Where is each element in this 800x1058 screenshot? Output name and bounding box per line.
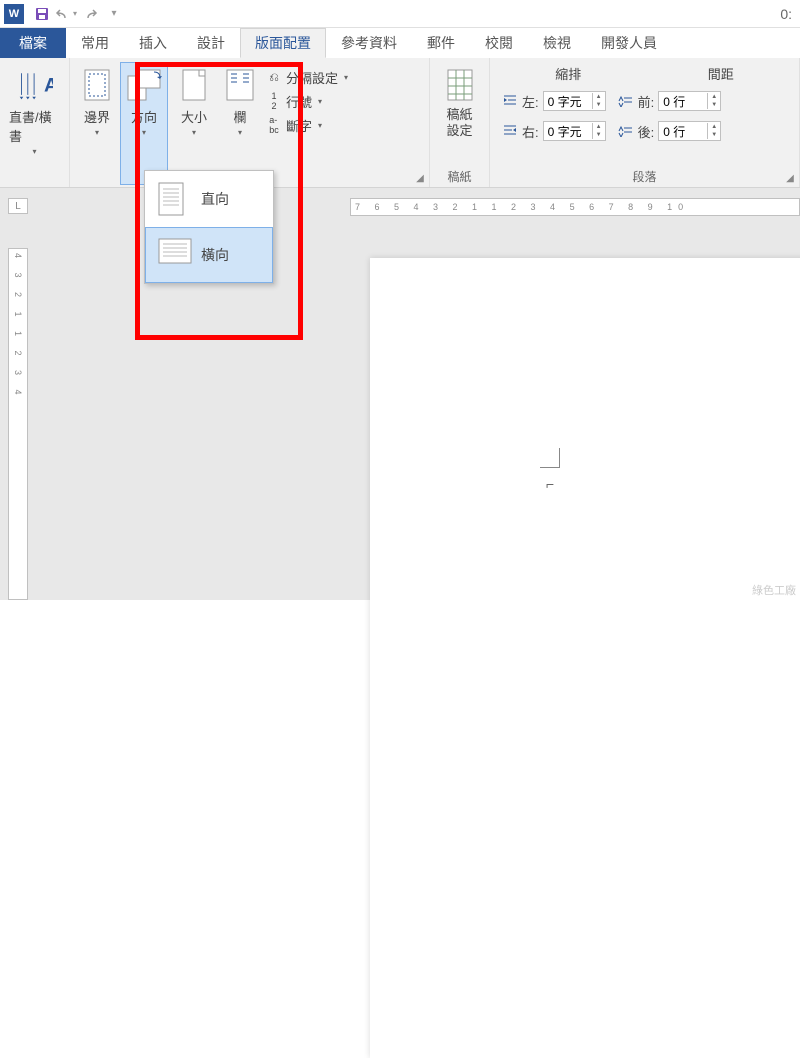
line-numbers-icon: 12	[266, 93, 282, 109]
redo-icon	[82, 6, 98, 22]
tab-insert[interactable]: 插入	[124, 28, 182, 58]
orientation-landscape[interactable]: 橫向	[145, 227, 273, 283]
horizontal-ruler[interactable]: 7 6 5 4 3 2 1 1 2 3 4 5 6 7 8 9 10	[350, 198, 800, 216]
group-label-manuscript: 稿紙	[436, 166, 483, 185]
spacing-before-icon	[618, 93, 634, 109]
spacing-after-icon	[618, 123, 634, 139]
qat-customize[interactable]: ▾	[102, 2, 126, 26]
breaks-button[interactable]: ⎌ 分隔設定 ▾	[262, 66, 352, 88]
group-page-setup: 邊界 ▾ 方向 ▾ 大小 ▾ 欄	[70, 58, 430, 187]
group-label-paragraph: 段落	[496, 166, 793, 185]
document-workspace: L 7 6 5 4 3 2 1 1 2 3 4 5 6 7 8 9 10 4 3…	[0, 188, 800, 600]
tab-review[interactable]: 校閱	[470, 28, 528, 58]
save-button[interactable]	[30, 2, 54, 26]
undo-button[interactable]: ▾	[54, 2, 78, 26]
tab-mailings[interactable]: 郵件	[412, 28, 470, 58]
document-page[interactable]: ⌐	[370, 258, 800, 1058]
ribbon-tabs: 檔案 常用 插入 設計 版面配置 參考資料 郵件 校閱 檢視 開發人員	[0, 28, 800, 58]
save-icon	[34, 6, 50, 22]
spacing-header: 間距	[655, 64, 788, 83]
spacing-after-input[interactable]: ▲▼	[658, 121, 721, 141]
group-paragraph: 縮排 間距 左: ▲▼ 右: ▲▼ 前: ▲▼	[490, 58, 800, 187]
tab-file[interactable]: 檔案	[0, 28, 66, 58]
dropdown-caret-icon: ▾	[32, 147, 36, 156]
portrait-icon	[157, 181, 189, 217]
vertical-ruler[interactable]: 4 3 2 1 1 2 3 4	[8, 248, 28, 600]
group-manuscript: 稿紙 設定 稿紙	[430, 58, 490, 187]
tab-view[interactable]: 檢視	[528, 28, 586, 58]
text-direction-button[interactable]: A 直書/橫書 ▾	[6, 62, 63, 185]
orientation-portrait[interactable]: 直向	[145, 171, 273, 227]
ribbon: A 直書/橫書 ▾ 邊界 ▾ 方向 ▾	[0, 58, 800, 188]
tab-developer[interactable]: 開發人員	[586, 28, 672, 58]
manuscript-button[interactable]: 稿紙 設定	[436, 62, 483, 166]
indent-left-icon	[502, 93, 518, 109]
ruler-corner[interactable]: L	[8, 198, 28, 214]
margin-corner-mark	[540, 448, 560, 468]
columns-icon	[222, 67, 258, 103]
orientation-icon	[126, 67, 162, 103]
title-bar: W ▾ ▾ 0:	[0, 0, 800, 28]
watermark: 綠色工廠	[752, 582, 796, 598]
manuscript-icon	[442, 67, 478, 103]
group-text-direction: A 直書/橫書 ▾	[0, 58, 70, 187]
paragraph-launcher[interactable]: ◢	[783, 171, 797, 185]
breaks-icon: ⎌	[266, 69, 282, 85]
page-setup-launcher[interactable]: ◢	[413, 171, 427, 185]
orientation-dropdown: 直向 橫向	[144, 170, 274, 284]
indent-right-input[interactable]: ▲▼	[543, 121, 606, 141]
tab-home[interactable]: 常用	[66, 28, 124, 58]
margins-icon	[79, 67, 115, 103]
indent-right-icon	[502, 123, 518, 139]
line-numbers-button[interactable]: 12 行號 ▾	[262, 90, 352, 112]
word-app-icon: W	[4, 4, 24, 24]
redo-button[interactable]	[78, 2, 102, 26]
hyphenation-button[interactable]: a-bc 斷字 ▾	[262, 114, 352, 136]
size-button[interactable]: 大小 ▾	[170, 62, 218, 185]
tab-references[interactable]: 參考資料	[326, 28, 412, 58]
columns-button[interactable]: 欄 ▾	[220, 62, 260, 185]
orientation-button[interactable]: 方向 ▾	[120, 62, 168, 185]
text-caret: ⌐	[546, 476, 554, 492]
size-icon	[176, 67, 212, 103]
titlebar-right-text: 0:	[780, 6, 796, 22]
indent-header: 縮排	[502, 64, 635, 83]
tab-page-layout[interactable]: 版面配置	[240, 28, 326, 58]
indent-left-input[interactable]: ▲▼	[543, 91, 606, 111]
margins-button[interactable]: 邊界 ▾	[76, 62, 118, 185]
text-direction-icon: A	[17, 67, 53, 103]
landscape-icon	[157, 237, 189, 273]
tab-design[interactable]: 設計	[182, 28, 240, 58]
undo-icon	[55, 6, 71, 22]
spacing-before-input[interactable]: ▲▼	[658, 91, 721, 111]
svg-text:A: A	[44, 74, 53, 96]
hyphenation-icon: a-bc	[266, 117, 282, 133]
